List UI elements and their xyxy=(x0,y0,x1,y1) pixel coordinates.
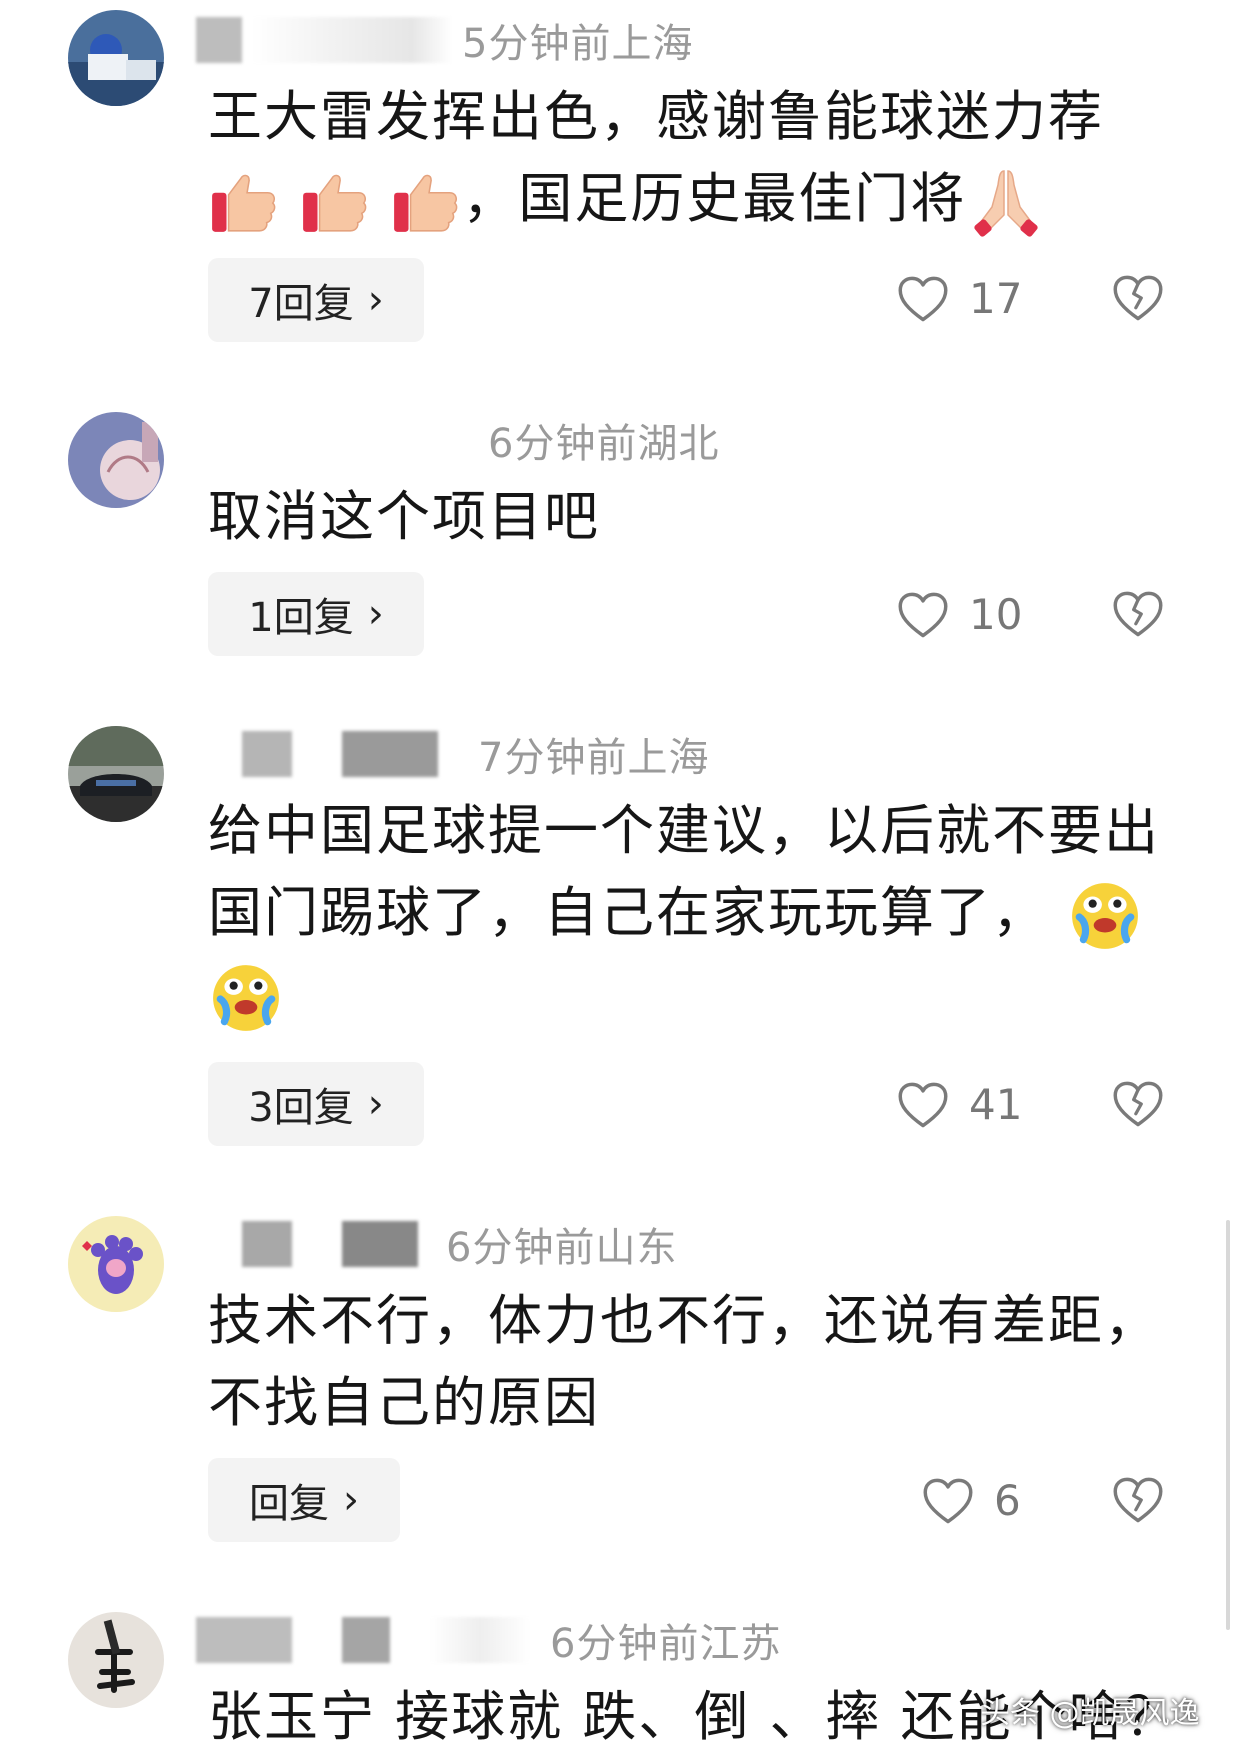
comment-location: 湖北 xyxy=(637,421,720,467)
username-redacted xyxy=(342,1617,390,1663)
broken-heart-icon[interactable] xyxy=(1112,590,1164,638)
chevron-right-icon: › xyxy=(367,277,384,323)
chevron-right-icon: › xyxy=(367,591,384,637)
comment-text-segment: 国门踢球了，自己在家玩玩算了， xyxy=(208,881,1048,944)
comment-time: 6分钟前 xyxy=(488,421,638,467)
username-redacted xyxy=(196,17,242,63)
reply-label: 1回复 xyxy=(248,595,354,641)
comment-text-line: 王大雷发挥出色，感谢鲁能球迷力荐 xyxy=(208,85,1104,148)
broken-heart-icon[interactable] xyxy=(1112,1080,1164,1128)
comment-text: 给中国足球提一个建议，以后就不要出 国门踢球了，自己在家玩玩算了， xyxy=(208,790,1168,1036)
avatar[interactable] xyxy=(68,1216,164,1312)
comment-text-line: 给中国足球提一个建议，以后就不要出 xyxy=(208,799,1160,862)
comment-location: 上海 xyxy=(611,21,694,67)
crying-face-emoji xyxy=(1067,880,1143,952)
comment-meta: 6分钟前 湖北 xyxy=(488,412,719,468)
thumbs-up-emoji xyxy=(208,166,280,238)
username-redacted xyxy=(252,17,452,63)
comment-time: 7分钟前 xyxy=(478,735,628,781)
username-redacted xyxy=(242,731,292,777)
username-redacted xyxy=(342,1221,418,1267)
comment-location: 山东 xyxy=(595,1225,678,1271)
reply-button[interactable]: 3回复 › xyxy=(208,1062,424,1146)
comment-meta: 5分钟前 上海 xyxy=(196,12,693,68)
reply-label: 回复 xyxy=(249,1481,329,1527)
comment-text-segment: ，国足历史最佳门将 xyxy=(462,167,967,230)
broken-heart-icon[interactable] xyxy=(1112,1476,1164,1524)
avatar[interactable] xyxy=(68,10,164,106)
like-count: 10 xyxy=(969,590,1023,639)
comment-location: 江苏 xyxy=(699,1621,782,1667)
comment-location: 上海 xyxy=(627,735,710,781)
reply-label: 7回复 xyxy=(248,281,354,327)
username-redacted xyxy=(196,1617,292,1663)
like-count: 17 xyxy=(969,274,1023,323)
reply-button[interactable]: 回复 › xyxy=(208,1458,400,1542)
comment-text-line: 不找自己的原因 xyxy=(208,1371,600,1434)
thumbs-up-emoji xyxy=(390,166,462,238)
like-button[interactable]: 41 xyxy=(897,1080,1022,1129)
reply-label: 3回复 xyxy=(248,1085,354,1131)
comment-meta: 6分钟前 江苏 xyxy=(196,1612,781,1668)
comment-meta: 6分钟前 山东 xyxy=(196,1216,677,1272)
reply-button[interactable]: 1回复 › xyxy=(208,572,424,656)
crying-face-emoji xyxy=(208,962,284,1034)
comment-time: 6分钟前 xyxy=(446,1225,596,1271)
comment-time: 6分钟前 xyxy=(550,1621,700,1667)
avatar[interactable] xyxy=(68,726,164,822)
reply-button[interactable]: 7回复 › xyxy=(208,258,424,342)
chevron-right-icon: › xyxy=(367,1081,384,1127)
heart-outline-icon xyxy=(922,1477,974,1525)
comment-text-line: 国门踢球了，自己在家玩玩算了， xyxy=(208,872,1168,954)
username-redacted xyxy=(430,1617,530,1663)
watermark: 头条 @凯晟风逸 xyxy=(980,1696,1200,1731)
like-button[interactable]: 6 xyxy=(922,1476,1021,1525)
comment-text-line xyxy=(208,954,1168,1036)
heart-outline-icon xyxy=(897,1081,949,1129)
comment-text: 取消这个项目吧 xyxy=(208,476,1168,558)
comment-text: 技术不行，体力也不行，还说有差距， 不找自己的原因 xyxy=(208,1280,1168,1444)
comment-meta: 7分钟前 上海 xyxy=(196,726,709,782)
comment-time: 5分钟前 xyxy=(462,21,612,67)
like-count: 41 xyxy=(969,1080,1023,1129)
heart-outline-icon xyxy=(897,275,949,323)
thumbs-up-emoji xyxy=(299,166,371,238)
comment-text-line: ，国足历史最佳门将 xyxy=(208,158,1168,240)
username-redacted xyxy=(342,731,438,777)
like-count: 6 xyxy=(994,1476,1021,1525)
avatar[interactable] xyxy=(68,1612,164,1708)
heart-outline-icon xyxy=(897,591,949,639)
like-button[interactable]: 10 xyxy=(897,590,1022,639)
broken-heart-icon[interactable] xyxy=(1112,274,1164,322)
comment-text: 王大雷发挥出色，感谢鲁能球迷力荐 ，国足历史最佳门将 xyxy=(208,76,1168,240)
avatar[interactable] xyxy=(68,412,164,508)
chevron-right-icon: › xyxy=(343,1477,359,1523)
scrollbar[interactable] xyxy=(1226,1220,1230,1630)
like-button[interactable]: 17 xyxy=(897,274,1022,323)
comment-text-line: 取消这个项目吧 xyxy=(208,485,600,548)
praying-hands-emoji xyxy=(966,166,1046,238)
username-redacted xyxy=(242,1221,292,1267)
comment-text-line: 技术不行，体力也不行，还说有差距， xyxy=(208,1289,1160,1352)
